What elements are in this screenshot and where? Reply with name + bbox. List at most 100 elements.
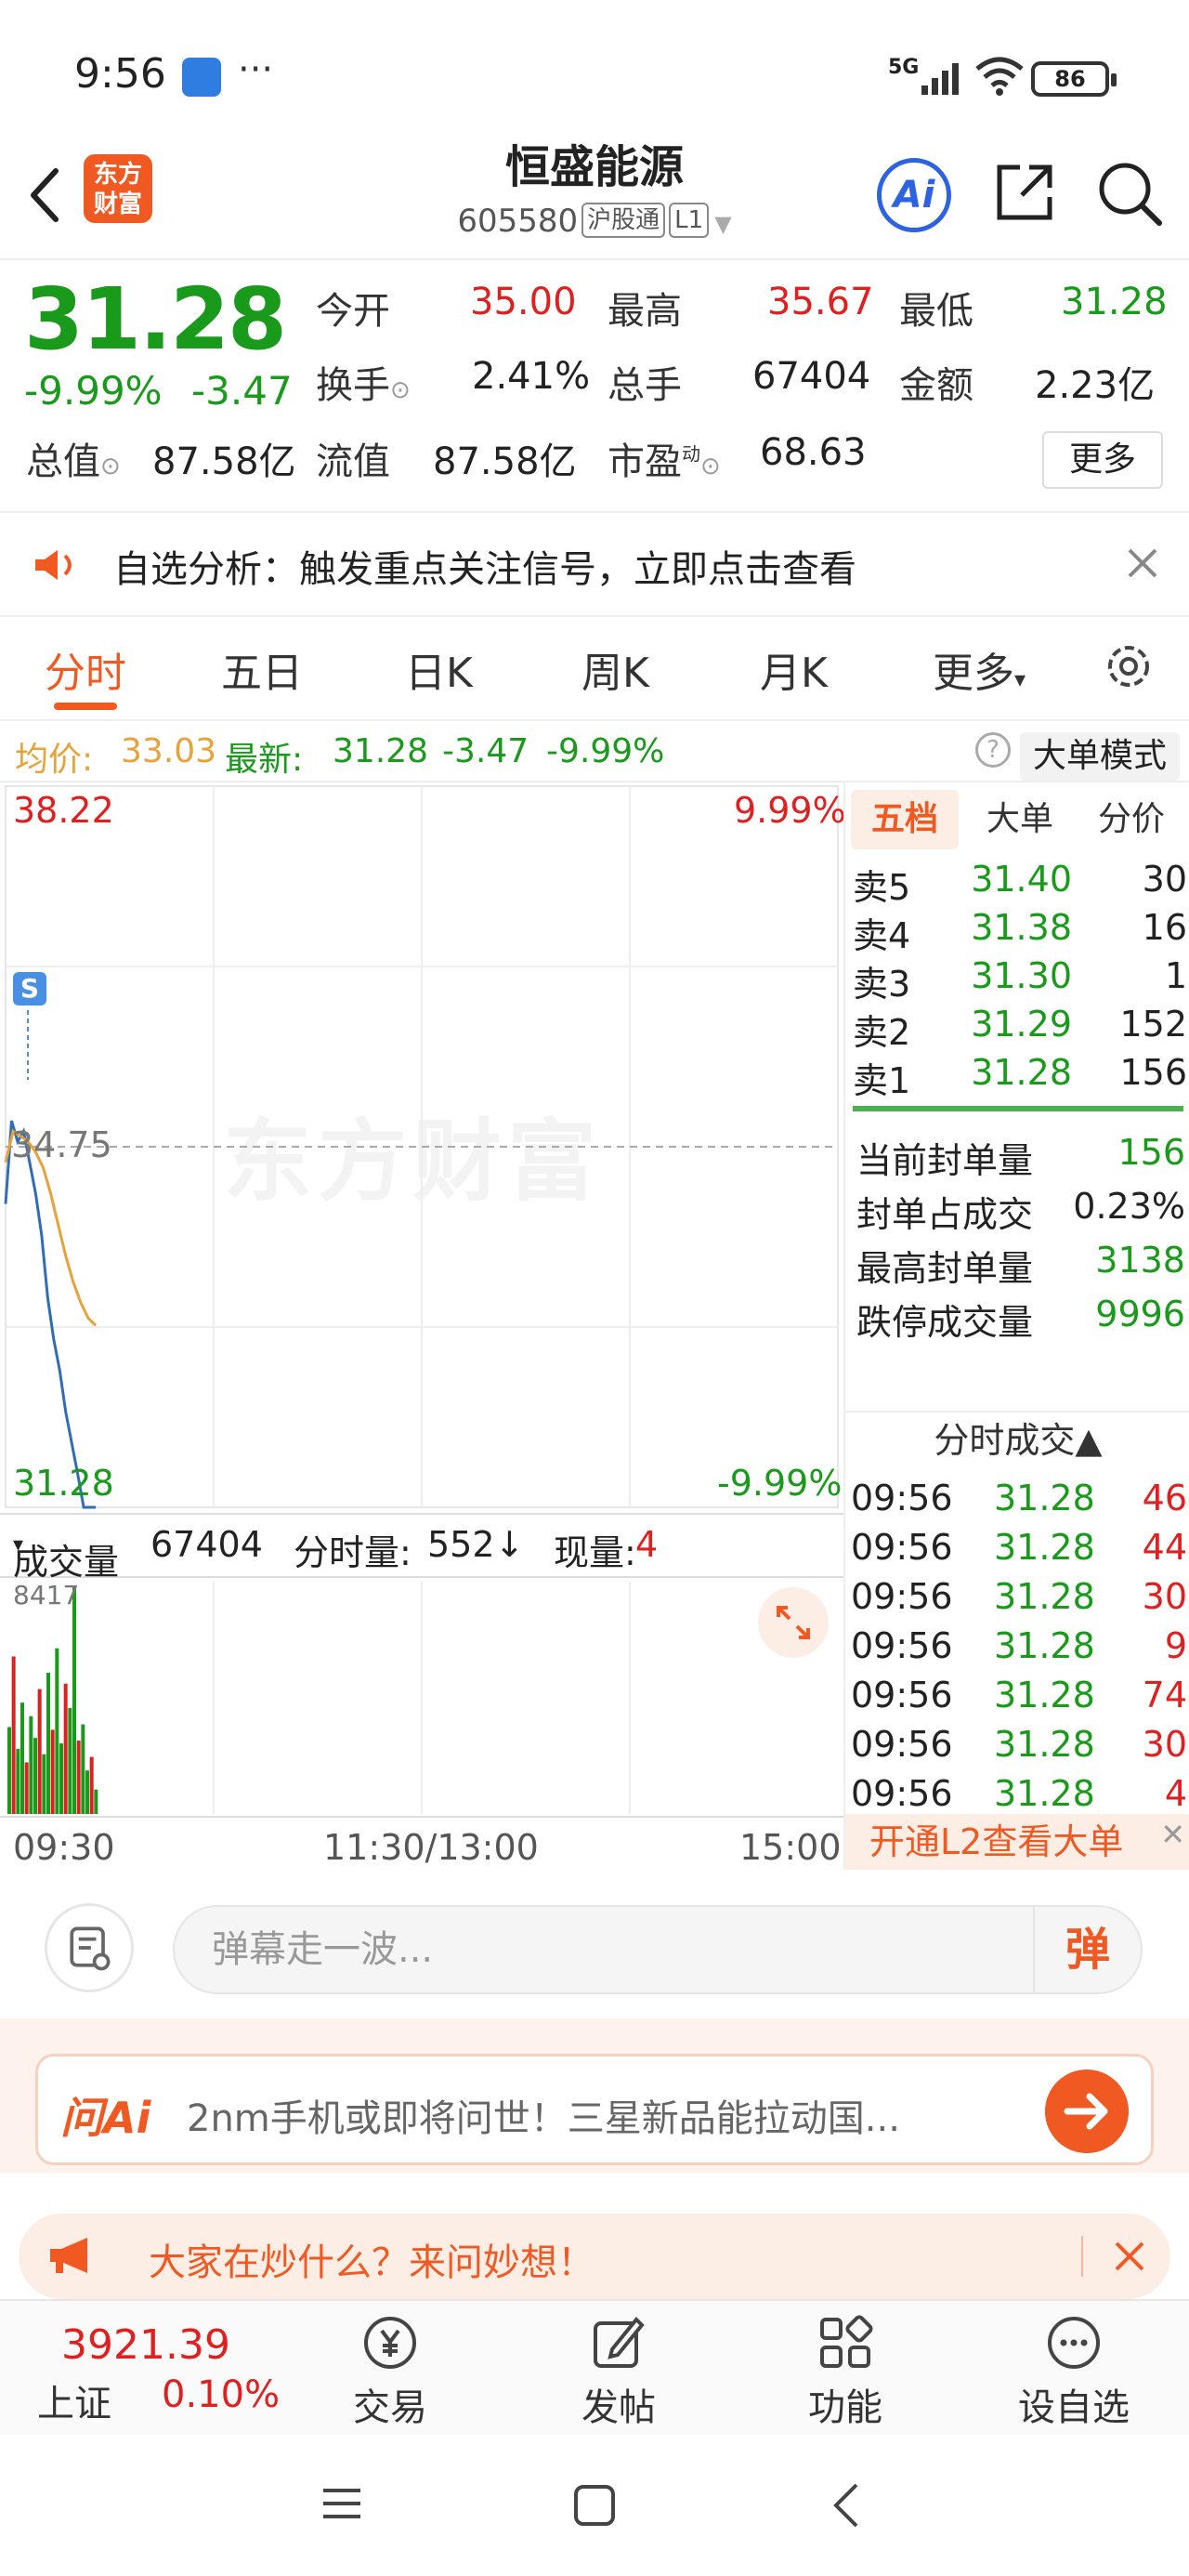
more-notifications-icon: ··· — [238, 48, 274, 91]
ask-price: 31.38 — [971, 907, 1072, 948]
trade-row: 09:56 31.28 30 — [845, 1720, 1189, 1768]
turnover-label: 换手⊙ — [316, 364, 411, 407]
connect-tag: 沪股通 — [581, 203, 666, 238]
open-label: 今开 — [316, 290, 390, 333]
tab-five-levels[interactable]: 五档 — [851, 790, 959, 849]
nav-add-watchlist[interactable]: 设自选 — [1000, 2312, 1148, 2431]
avg-price-value: 33.03 — [121, 732, 217, 770]
back-icon[interactable] — [825, 2479, 869, 2531]
close-icon[interactable] — [1111, 2238, 1148, 2275]
latest-label: 最新: — [225, 741, 304, 779]
seal-stat-label: 封单占成交 — [856, 1194, 1034, 1235]
yuan-coin-icon — [364, 2317, 416, 2369]
seal-stat-value: 3138 — [1095, 1240, 1185, 1281]
tab-daily-k[interactable]: 日K — [405, 639, 473, 699]
volume-bar — [85, 1770, 89, 1814]
trade-price: 31.28 — [994, 1773, 1095, 1814]
signal-marker[interactable]: S — [13, 972, 46, 1005]
search-icon[interactable] — [1094, 158, 1165, 229]
home-icon[interactable] — [570, 2481, 619, 2530]
high-label: 最高 — [608, 290, 682, 333]
ask-volume: 156 — [1119, 1052, 1187, 1093]
volume-bar — [29, 1715, 33, 1814]
time-axis: 09:30 11:30/13:00 15:00 — [0, 1816, 843, 1870]
tab-big-orders[interactable]: 大单 — [966, 790, 1074, 849]
price-chart — [4, 785, 839, 1814]
hot-topic-banner[interactable]: 大家在炒什么？来问妙想！ — [19, 2214, 1170, 2299]
volume-bar — [55, 1648, 59, 1814]
tab-monthly-k[interactable]: 月K — [760, 639, 828, 699]
index-name: 上证 — [37, 2383, 111, 2425]
danmu-settings-icon[interactable] — [45, 1903, 134, 1992]
ask-row[interactable]: 卖4 31.38 16 — [845, 903, 1189, 956]
nav-post[interactable]: 发帖 — [544, 2312, 693, 2431]
current-volume-label: 现量: — [554, 1532, 636, 1573]
big-order-mode-button[interactable]: 大单模式 — [1020, 732, 1180, 781]
volume-bar — [24, 1762, 29, 1814]
expand-icon[interactable] — [758, 1587, 829, 1658]
danmu-send-button[interactable]: 弹 — [1033, 1907, 1141, 1992]
danmu-input[interactable]: 弹幕走一波... — [173, 1905, 1143, 1994]
trade-price: 31.28 — [994, 1527, 1095, 1568]
tab-five-day[interactable]: 五日 — [221, 639, 303, 699]
l2-upgrade-banner[interactable]: 开通L2查看大单 ✕ — [845, 1814, 1189, 1870]
volume-bar — [11, 1656, 16, 1814]
ask-price: 31.40 — [971, 859, 1072, 900]
share-icon[interactable] — [992, 160, 1057, 225]
top-pct-label: 9.99% — [734, 790, 846, 831]
trade-time: 09:56 — [851, 1478, 953, 1518]
trade-price: 31.28 — [994, 1625, 1095, 1666]
quote-panel: 31.28 -9.99% -3.47 今开 35.00 最高 35.67 最低 … — [0, 260, 1189, 511]
ask-row[interactable]: 卖1 31.28 156 — [845, 1048, 1189, 1101]
alert-text: 自选分析：触发重点关注信号，立即点击查看 — [113, 548, 856, 591]
close-icon[interactable]: ✕ — [1160, 1807, 1185, 1862]
menu-icon[interactable] — [320, 2481, 364, 2526]
change-percent: -9.99% — [24, 368, 163, 414]
bid-ask-divider — [853, 1106, 1183, 1111]
ask-price: 31.28 — [971, 1052, 1072, 1093]
nav-post-label: 发帖 — [581, 2386, 656, 2429]
alert-banner[interactable]: 自选分析：触发重点关注信号，立即点击查看 — [0, 511, 1189, 617]
volume-bar — [94, 1789, 98, 1814]
ask-row[interactable]: 卖5 31.40 30 — [845, 855, 1189, 908]
bottom-pct-label: -9.99% — [717, 1463, 843, 1504]
ask-level-label: 卖2 — [853, 1012, 911, 1053]
gear-icon[interactable] — [1102, 639, 1156, 693]
close-icon[interactable] — [1122, 543, 1163, 584]
wifi-icon — [975, 57, 1024, 96]
amount-value: 2.23亿 — [1035, 364, 1156, 407]
tab-price-distribution[interactable]: 分价 — [1078, 790, 1185, 849]
intraday-chart[interactable]: 东方财富 38.22 9.99% 34.75 31.28 -9.99% S 成交… — [0, 782, 846, 1870]
speaker-icon — [35, 550, 72, 580]
trade-list-header[interactable]: 分时成交▲ — [845, 1411, 1189, 1466]
trade-time: 09:56 — [851, 1724, 953, 1765]
nav-functions[interactable]: 功能 — [771, 2312, 920, 2431]
volume-bar — [68, 1708, 72, 1814]
arrow-right-icon[interactable] — [1045, 2070, 1129, 2153]
time-midday-label: 11:30/13:00 — [323, 1827, 539, 1868]
trade-price: 31.28 — [994, 1675, 1095, 1715]
trade-volume: 44 — [1142, 1527, 1187, 1568]
trade-row: 09:56 31.28 44 — [845, 1523, 1189, 1571]
tab-weekly-k[interactable]: 周K — [581, 639, 649, 699]
volume-bar — [33, 1738, 37, 1814]
tab-more[interactable]: 更多▾ — [933, 639, 1026, 699]
ask-row[interactable]: 卖2 31.29 152 — [845, 1000, 1189, 1053]
level-tag: L1 — [669, 203, 710, 238]
status-time: 9:56 — [74, 50, 166, 98]
chart-tabs: 分时 五日 日K 周K 月K 更多▾ — [0, 617, 1189, 721]
volume-bar — [37, 1689, 42, 1814]
latest-change: -3.47 — [442, 732, 529, 770]
info-icon: ⊙ — [100, 453, 121, 480]
ai-button[interactable]: Ai — [877, 158, 951, 232]
ask-row[interactable]: 卖3 31.30 1 — [845, 952, 1189, 1005]
system-navigation — [0, 2435, 1189, 2576]
nav-trade[interactable]: 交易 — [316, 2312, 464, 2431]
help-icon[interactable]: ? — [975, 732, 1011, 768]
volume-bar — [89, 1756, 94, 1814]
more-fields-button[interactable]: 更多 — [1042, 431, 1163, 489]
ask-ai-box[interactable]: 问Ai 2nm手机或即将问世！三星新品能拉动国... — [35, 2054, 1154, 2165]
nav-trade-label: 交易 — [353, 2386, 427, 2429]
tab-intraday[interactable]: 分时 — [45, 639, 126, 699]
order-book-panel: 五档 大单 分价 卖5 31.40 30 卖4 31.38 16 卖3 31.30 1 卖2 31.… — [843, 782, 1189, 1870]
